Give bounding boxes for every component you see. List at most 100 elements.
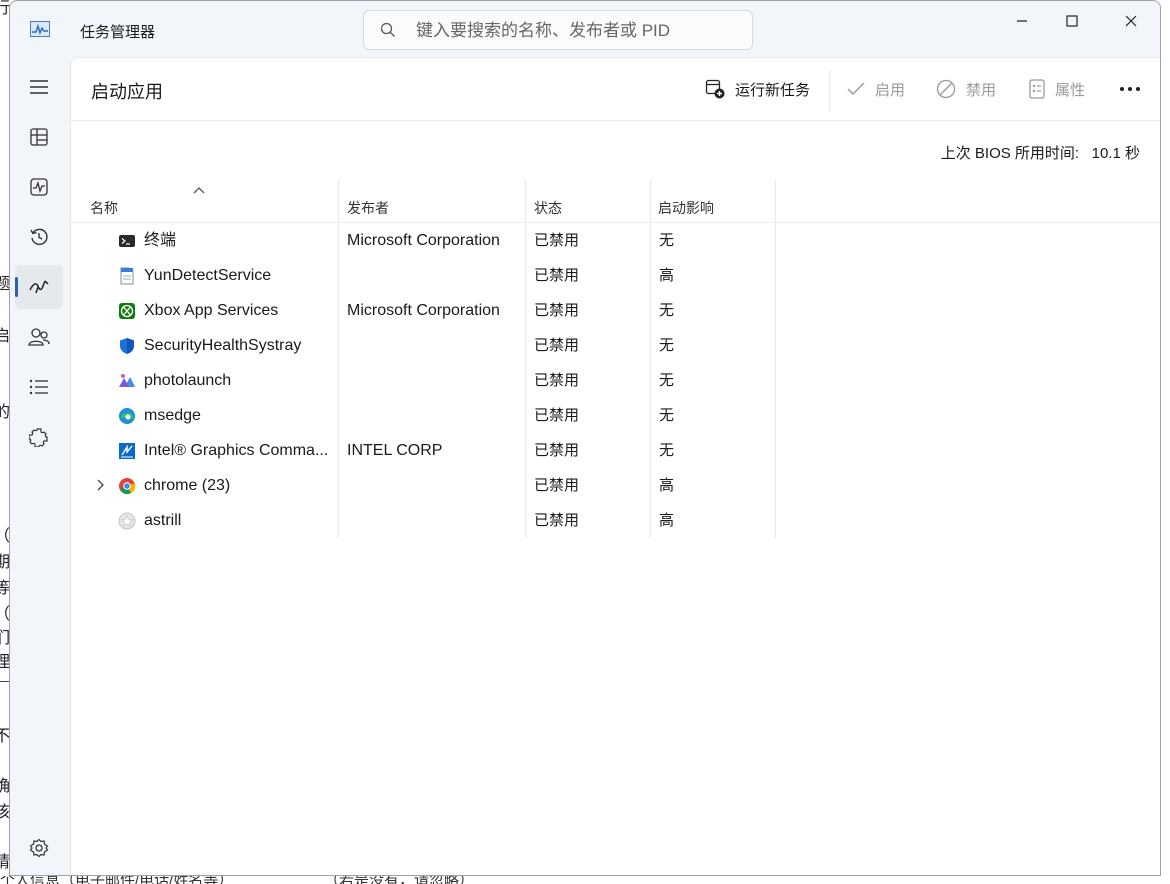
startup-icon <box>29 280 49 294</box>
enable-button[interactable]: 启用 <box>847 78 905 100</box>
app-impact: 无 <box>659 407 675 424</box>
app-impact: 无 <box>659 302 675 319</box>
photos-icon <box>119 374 135 387</box>
table-row[interactable]: photolaunch 已禁用 无 <box>71 363 777 398</box>
app-status: 已禁用 <box>534 267 580 284</box>
details-icon <box>29 379 48 395</box>
nav-details[interactable] <box>15 365 63 409</box>
app-name: 终端 <box>144 232 177 249</box>
enable-label: 启用 <box>875 81 906 99</box>
intel-graphics-icon <box>119 443 135 459</box>
table-row[interactable]: msedge 已禁用 无 <box>71 398 777 433</box>
table-row[interactable]: astrill 已禁用 高 <box>71 503 777 538</box>
column-name-label: 名称 <box>90 200 118 216</box>
nav-processes[interactable] <box>15 115 63 159</box>
column-header-publisher[interactable]: 发布者 <box>338 180 525 222</box>
processes-icon <box>30 128 48 146</box>
title-bar[interactable]: 任务管理器 <box>10 1 1160 57</box>
task-manager-app-icon <box>30 21 50 37</box>
document-icon <box>120 267 134 285</box>
bios-time-value: 10.1 秒 <box>1091 145 1140 162</box>
nav-settings[interactable] <box>15 826 63 870</box>
bg-bottom-line: 个人信息（电子邮件/电话/姓名等） <box>0 876 233 884</box>
column-status-label: 状态 <box>534 200 562 216</box>
nav-app-history[interactable] <box>15 215 63 259</box>
app-name: photolaunch <box>144 372 232 389</box>
performance-icon <box>30 178 48 196</box>
checkmark-icon <box>847 82 865 95</box>
app-name: SecurityHealthSystray <box>144 337 302 354</box>
app-impact: 无 <box>659 372 675 389</box>
astrill-icon <box>118 512 136 530</box>
maximize-icon <box>1066 15 1078 27</box>
run-new-task-label: 运行新任务 <box>735 81 811 99</box>
app-status: 已禁用 <box>534 407 580 424</box>
nav-users[interactable] <box>15 315 63 359</box>
more-icon <box>1120 87 1140 91</box>
block-icon <box>936 79 956 99</box>
xbox-icon <box>119 303 135 319</box>
properties-button[interactable]: 属性 <box>1029 78 1085 100</box>
column-header-status[interactable]: 状态 <box>525 180 650 222</box>
app-impact: 无 <box>659 337 675 354</box>
app-status: 已禁用 <box>534 302 580 319</box>
app-name: YunDetectService <box>144 267 272 284</box>
table-row[interactable]: YunDetectService 已禁用 高 <box>71 258 777 293</box>
nav-performance[interactable] <box>15 165 63 209</box>
disable-button[interactable]: 禁用 <box>936 78 996 100</box>
column-header-impact[interactable]: 启动影响 <box>650 180 775 222</box>
app-impact: 高 <box>659 477 675 494</box>
app-name: astrill <box>144 512 182 529</box>
startup-apps-page: 启动应用 运行新任务 启用 禁用 属性 上次 BIOS 所用时间: 10.1 秒… <box>70 57 1160 875</box>
search-box[interactable] <box>363 10 753 51</box>
app-status: 已禁用 <box>534 512 580 529</box>
table-row[interactable]: Intel® Graphics Comma... INTEL CORP 已禁用 … <box>71 433 777 468</box>
app-impact: 高 <box>659 267 675 284</box>
terminal-icon <box>119 235 135 247</box>
nav-services[interactable] <box>15 415 63 459</box>
close-button[interactable] <box>1102 1 1160 41</box>
active-indicator <box>15 277 18 297</box>
app-status: 已禁用 <box>534 442 580 459</box>
chrome-icon <box>119 478 136 494</box>
table-row[interactable]: SecurityHealthSystray 已禁用 无 <box>71 328 777 363</box>
navigation-rail <box>10 57 70 875</box>
app-publisher <box>347 503 527 538</box>
header-divider <box>71 120 1160 121</box>
app-name: chrome (23) <box>144 477 231 494</box>
search-input[interactable] <box>414 11 738 51</box>
properties-label: 属性 <box>1055 81 1086 99</box>
table-row[interactable]: Xbox App Services Microsoft Corporation … <box>71 293 777 328</box>
app-publisher: Microsoft Corporation <box>347 232 500 249</box>
app-publisher: Microsoft Corporation <box>347 302 500 319</box>
table-row[interactable]: 终端 Microsoft Corporation 已禁用 无 <box>71 223 777 258</box>
app-status: 已禁用 <box>534 232 580 249</box>
run-new-task-button[interactable]: 运行新任务 <box>705 78 810 100</box>
column-header-name[interactable]: 名称 <box>71 180 338 222</box>
app-name: msedge <box>144 407 201 424</box>
app-publisher <box>347 468 527 503</box>
app-name: Intel® Graphics Comma... <box>144 442 329 459</box>
shield-icon <box>120 338 134 354</box>
gear-icon <box>29 838 49 858</box>
app-publisher <box>347 258 527 293</box>
nav-menu-toggle[interactable] <box>15 65 63 109</box>
app-publisher <box>347 363 527 398</box>
more-options-button[interactable] <box>1119 78 1141 100</box>
history-icon <box>30 228 48 246</box>
close-icon <box>1125 15 1137 27</box>
nav-startup-apps[interactable] <box>15 265 63 309</box>
edge-icon <box>119 408 135 424</box>
app-title: 任务管理器 <box>80 24 156 41</box>
app-impact: 无 <box>659 232 675 249</box>
hamburger-icon <box>30 80 48 94</box>
page-title: 启动应用 <box>91 82 163 102</box>
background-bottom-text: 个人信息（电子邮件/电话/姓名等） （若是没有，请忽略） <box>0 876 1170 884</box>
users-icon <box>28 328 50 346</box>
chevron-right-icon[interactable] <box>94 479 106 491</box>
bg-bottom-line: （若是没有，请忽略） <box>324 876 474 884</box>
maximize-button[interactable] <box>1043 1 1101 41</box>
app-name: Xbox App Services <box>144 302 279 319</box>
table-row[interactable]: chrome (23) 已禁用 高 <box>71 468 777 503</box>
task-manager-window: 任务管理器 键入要搜索的名称、发布者或 PID 启动应用 运行新任务 启用 禁用… <box>9 0 1161 876</box>
